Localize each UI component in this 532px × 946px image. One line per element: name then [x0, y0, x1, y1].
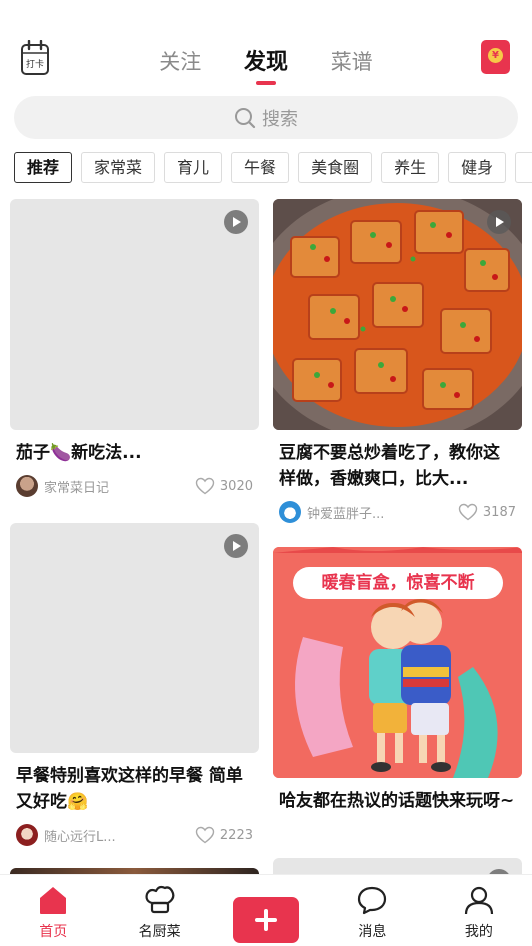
play-icon: [487, 210, 511, 234]
tab-discover[interactable]: 发现: [244, 44, 288, 85]
chip-health[interactable]: 养生: [381, 152, 440, 183]
nav-messages[interactable]: 消息: [319, 875, 425, 946]
avatar[interactable]: [279, 501, 301, 523]
bottom-nav: 首页 名厨菜 消息 我的: [0, 874, 532, 946]
card-thumbnail[interactable]: [10, 199, 259, 430]
card-meta: 钟爱蓝胖子... 3187: [279, 500, 516, 524]
nav-home-label: 首页: [39, 924, 68, 940]
feed-card[interactable]: 茄子🍆新吃法... 家常菜日记 3020: [10, 199, 259, 498]
avatar[interactable]: [16, 824, 38, 846]
like-count: 2223: [219, 827, 253, 843]
top-tabs: 关注 发现 菜谱: [0, 44, 532, 85]
chip-food-circle[interactable]: 美食圈: [298, 152, 373, 183]
nav-profile[interactable]: 我的: [426, 875, 532, 946]
like-button[interactable]: 3020: [195, 477, 253, 495]
card-thumbnail[interactable]: [10, 523, 259, 753]
card-author[interactable]: 家常菜日记: [44, 477, 195, 496]
feed-card[interactable]: 豆腐不要总炒着吃了，教你这样做，香嫩爽口，比大... 钟爱蓝胖子... 3187: [273, 199, 522, 524]
chip-lunch[interactable]: 午餐: [231, 152, 290, 183]
card-author[interactable]: 钟爱蓝胖子...: [307, 503, 458, 522]
play-icon: [224, 210, 248, 234]
card-author[interactable]: 随心远行L...: [44, 826, 195, 845]
chef-hat-icon: [145, 885, 175, 914]
chip-home-cooking[interactable]: 家常菜: [81, 152, 156, 183]
avatar[interactable]: [16, 475, 38, 497]
home-icon: [40, 887, 67, 914]
card-meta: 随心远行L... 2223: [16, 823, 253, 847]
search-bar[interactable]: 搜索: [14, 96, 518, 139]
chip-fitness[interactable]: 健身: [448, 152, 507, 183]
card-title[interactable]: 早餐特别喜欢这样的早餐 简单又好吃🤗: [16, 763, 253, 815]
card-title[interactable]: 豆腐不要总炒着吃了，教你这样做，香嫩爽口，比大...: [279, 440, 516, 492]
nav-chef-label: 名厨菜: [138, 924, 181, 940]
nav-profile-label: 我的: [464, 924, 493, 940]
heart-icon: [195, 477, 215, 495]
nav-add[interactable]: [213, 875, 319, 946]
banner-caption: 暖春盲盒，惊喜不断: [293, 567, 503, 599]
search-icon: [235, 107, 256, 128]
like-button[interactable]: 3187: [458, 503, 516, 521]
message-bubble-icon: [358, 886, 387, 915]
feed-card[interactable]: 早餐特别喜欢这样的早餐 简单又好吃🤗 随心远行L... 2223: [10, 523, 259, 847]
like-count: 3020: [219, 478, 253, 494]
nav-chef[interactable]: 名厨菜: [106, 875, 212, 946]
top-bar: 打卡 关注 发现 菜谱 ¥: [0, 0, 532, 90]
card-title[interactable]: 哈友都在热议的话题快来玩呀~: [279, 788, 516, 814]
nav-home[interactable]: 首页: [0, 875, 106, 946]
add-button[interactable]: [233, 897, 300, 943]
heart-icon: [195, 826, 215, 844]
tab-recipes[interactable]: 菜谱: [331, 46, 373, 76]
play-icon: [224, 534, 248, 558]
tab-follow[interactable]: 关注: [159, 46, 201, 76]
search-placeholder: 搜索: [262, 108, 298, 130]
chip-parenting[interactable]: 育儿: [164, 152, 223, 183]
red-packet-icon[interactable]: ¥: [481, 40, 510, 74]
card-thumbnail[interactable]: [273, 199, 522, 430]
user-icon: [464, 886, 493, 915]
category-chips: 推荐 家常菜 育儿 午餐 美食圈 养生 健身: [14, 152, 532, 184]
chip-more[interactable]: [515, 152, 532, 183]
chip-recommend[interactable]: 推荐: [14, 152, 73, 183]
card-meta: 家常菜日记 3020: [16, 474, 253, 498]
like-button[interactable]: 2223: [195, 826, 253, 844]
like-count: 3187: [482, 504, 516, 520]
red-packet-coin: ¥: [488, 48, 503, 63]
card-thumbnail[interactable]: 暖春盲盒，惊喜不断: [273, 547, 522, 778]
card-title[interactable]: 茄子🍆新吃法...: [16, 440, 253, 466]
heart-icon: [458, 503, 478, 521]
nav-messages-label: 消息: [358, 924, 387, 940]
tofu-dish-image: [273, 199, 522, 430]
feed-card[interactable]: 暖春盲盒，惊喜不断 哈友都在热议的话题快来玩呀~: [273, 547, 522, 814]
